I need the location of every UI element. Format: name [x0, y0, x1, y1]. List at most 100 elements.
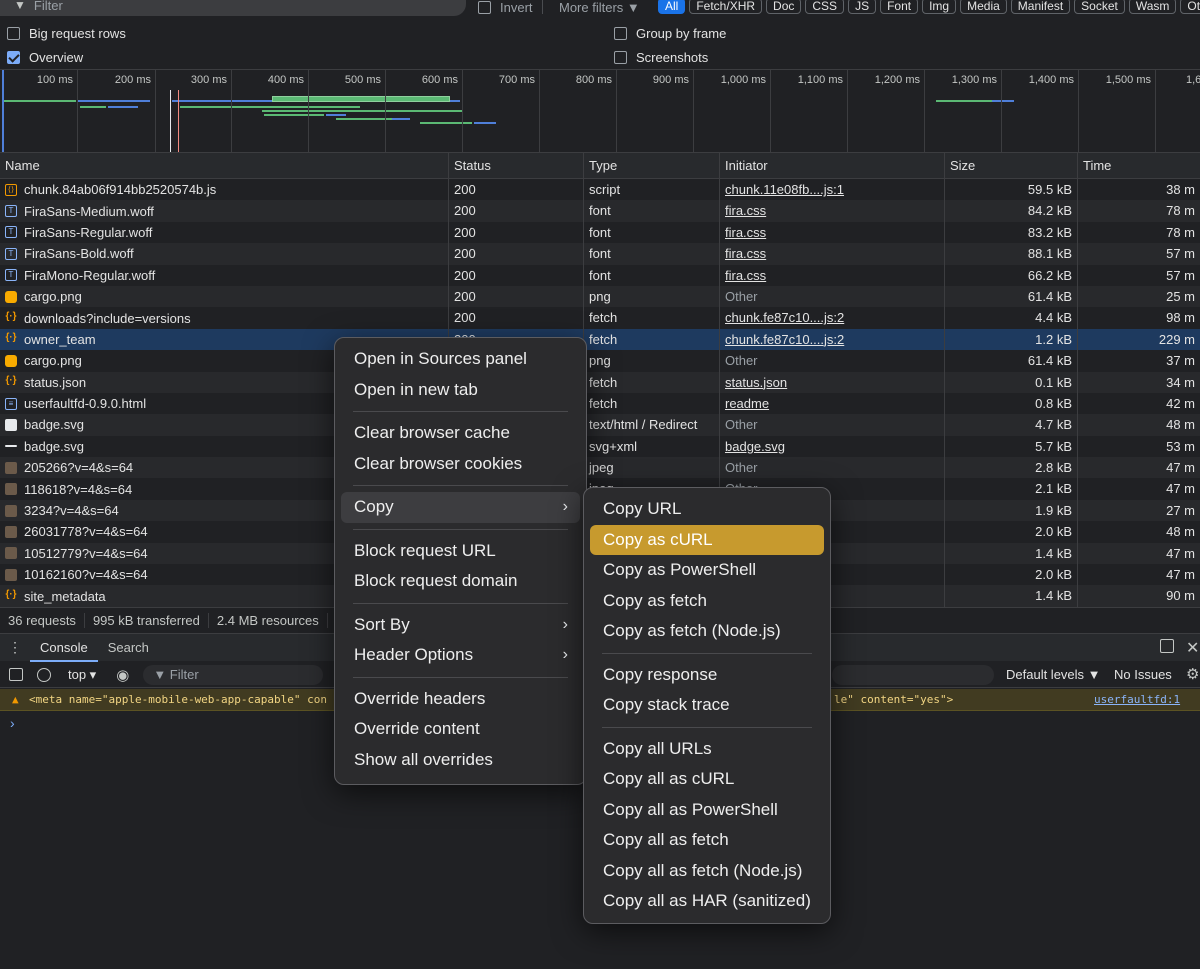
menu-item-copy-stack-trace[interactable]: Copy stack trace [590, 690, 824, 721]
filter-pill-fetchxhr[interactable]: Fetch/XHR [689, 0, 763, 14]
table-row[interactable]: ≡ userfaultfd-0.9.0.html fetch readme 0.8 kB… [0, 392, 1200, 415]
menu-item-sort-by[interactable]: Sort By › [341, 610, 580, 641]
initiator-link[interactable]: fira.css [725, 246, 766, 261]
menu-item-header-options[interactable]: Header Options › [341, 640, 580, 671]
group-by-frame-option[interactable]: Group by frame [614, 26, 726, 41]
request-name: cargo.png [24, 353, 82, 369]
initiator-link[interactable]: readme [725, 396, 769, 411]
invert-checkbox[interactable]: Invert [478, 0, 533, 15]
transferred-size: 995 kB transferred [85, 612, 209, 628]
table-row[interactable]: T FiraMono-Regular.woff 200 font fira.css 66.… [0, 264, 1200, 286]
filter-pill-doc[interactable]: Doc [766, 0, 802, 14]
filter-pill-font[interactable]: Font [880, 0, 919, 14]
table-row[interactable]: {·}owner_team200fetchchunk.fe87c10....js… [0, 328, 1200, 351]
menu-item-copy-response[interactable]: Copy response [590, 660, 824, 691]
table-row[interactable]: cargo.png 200 png Other 61.4 kB 25 m [0, 285, 1200, 308]
network-filter-input[interactable]: ▼ Filter [0, 0, 466, 16]
console-filter-input-tail[interactable] [832, 665, 994, 685]
context-selector[interactable]: top ▾ [68, 667, 96, 683]
initiator-link[interactable]: fira.css [725, 203, 766, 218]
menu-item-copy-as-curl[interactable]: Copy as cURL [590, 524, 824, 555]
big-request-rows-checkbox[interactable] [7, 27, 20, 40]
network-overview-timeline[interactable]: 100 ms 200 ms 300 ms 400 ms 500 ms 600 ms 700 … [0, 69, 1200, 153]
filter-pill-othe[interactable]: Othe [1180, 0, 1200, 14]
column-header-time[interactable]: Time [1078, 153, 1200, 179]
table-row[interactable]: T FiraSans-Bold.woff 200 font fira.css 88.1 k… [0, 243, 1200, 265]
issues-counter[interactable]: No Issues [1114, 667, 1172, 682]
menu-item-clear-cookies[interactable]: Clear browser cookies [341, 449, 580, 480]
table-row[interactable]: {·} status.json fetch status.json 0.1 kB 34 m [0, 371, 1200, 393]
menu-item-copy-as-fetch[interactable]: Copy as fetch [590, 586, 824, 617]
table-row[interactable]: T FiraSans-Medium.woff 200 font fira.css 84.2… [0, 200, 1200, 222]
menu-item-clear-cache[interactable]: Clear browser cache [341, 418, 580, 449]
table-row[interactable]: {·} downloads?include=versions 200 fetch chu… [0, 307, 1200, 329]
initiator-link[interactable]: fira.css [725, 225, 766, 240]
table-row[interactable]: ⟨⟩ chunk.84ab06f914bb2520574b.js 200 script… [0, 179, 1200, 201]
sidebar-toggle-icon[interactable] [9, 668, 23, 681]
log-levels-dropdown[interactable]: Default levels ▼ [1006, 667, 1101, 682]
menu-item-copy-all-as-curl[interactable]: Copy all as cURL [590, 764, 824, 795]
table-row[interactable]: cargo.png png Other 61.4 kB 37 m [0, 350, 1200, 372]
overview-option[interactable]: Overview [7, 50, 83, 65]
tab-search[interactable]: Search [98, 634, 159, 662]
console-settings-gear-icon[interactable]: ⚙ [1186, 665, 1199, 683]
more-tools-icon[interactable]: ⋮ [0, 639, 30, 656]
menu-item-copy-as-powershell[interactable]: Copy as PowerShell [590, 555, 824, 586]
timeline-tick-label: 600 ms [421, 74, 458, 86]
table-row[interactable]: T FiraSans-Regular.woff 200 font fira.css 83.… [0, 221, 1200, 244]
overview-checkbox[interactable] [7, 51, 20, 64]
invert-checkbox-box[interactable] [478, 1, 491, 14]
initiator-link[interactable]: chunk.fe87c10....js:2 [725, 310, 844, 325]
initiator-link[interactable]: chunk.fe87c10....js:2 [725, 332, 844, 347]
cell-time: 47 m [1166, 545, 1195, 561]
initiator-link[interactable]: chunk.11e08fb....js:1 [725, 182, 844, 197]
menu-item-copy-all-as-fetch-node[interactable]: Copy all as fetch (Node.js) [590, 856, 824, 887]
tab-console[interactable]: Console [30, 634, 98, 662]
live-expression-eye-icon[interactable]: ◉ [116, 666, 129, 684]
filter-pill-manifest[interactable]: Manifest [1010, 0, 1071, 14]
filter-pill-media[interactable]: Media [960, 0, 1007, 14]
dock-drawer-icon[interactable] [1160, 639, 1174, 653]
menu-item-show-overrides[interactable]: Show all overrides [341, 745, 580, 776]
menu-item-open-in-sources[interactable]: Open in Sources panel [341, 344, 580, 375]
column-header-status[interactable]: Status [449, 153, 584, 179]
initiator-link[interactable]: badge.svg [725, 439, 785, 454]
column-header-type[interactable]: Type [584, 153, 720, 179]
menu-item-override-headers[interactable]: Override headers [341, 684, 580, 715]
menu-item-copy-all-as-fetch[interactable]: Copy all as fetch [590, 825, 824, 856]
warning-source-link[interactable]: userfaultfd:1 [1094, 689, 1180, 711]
close-drawer-icon[interactable]: ✕ [1186, 638, 1199, 658]
console-prompt[interactable]: › [10, 715, 15, 731]
table-row[interactable]: 205266?v=4&s=64 jpeg Other 2.8 kB 47 m [0, 457, 1200, 479]
console-filter-input[interactable]: ▼ Filter [143, 664, 324, 685]
initiator-link[interactable]: status.json [725, 375, 787, 390]
menu-item-copy[interactable]: Copy › [341, 492, 580, 523]
table-row[interactable]: badge.svg svg+xml badge.svg 5.7 kB 53 m [0, 435, 1200, 458]
clear-console-icon[interactable] [37, 667, 51, 682]
menu-item-copy-all-as-powershell[interactable]: Copy all as PowerShell [590, 795, 824, 826]
menu-item-open-new-tab[interactable]: Open in new tab [341, 375, 580, 406]
menu-item-copy-all-urls[interactable]: Copy all URLs [590, 734, 824, 765]
more-filters-dropdown[interactable]: More filters ▼ [559, 0, 640, 15]
menu-item-block-url[interactable]: Block request URL [341, 536, 580, 567]
filter-pill-wasm[interactable]: Wasm [1128, 0, 1177, 14]
filter-pill-css[interactable]: CSS [805, 0, 845, 14]
menu-item-override-content[interactable]: Override content [341, 714, 580, 745]
screenshots-option[interactable]: Screenshots [614, 50, 708, 65]
filter-pill-socket[interactable]: Socket [1074, 0, 1125, 14]
initiator-link[interactable]: fira.css [725, 268, 766, 283]
group-by-frame-checkbox[interactable] [614, 27, 627, 40]
filter-pill-js[interactable]: JS [848, 0, 877, 14]
filter-pill-all[interactable]: All [658, 0, 686, 14]
column-header-name[interactable]: Name [0, 153, 449, 179]
menu-item-block-domain[interactable]: Block request domain [341, 566, 580, 597]
menu-item-copy-all-as-har[interactable]: Copy all as HAR (sanitized) [590, 886, 824, 917]
menu-item-copy-url[interactable]: Copy URL [590, 494, 824, 525]
column-header-initiator[interactable]: Initiator [720, 153, 945, 179]
column-header-size[interactable]: Size [945, 153, 1078, 179]
screenshots-checkbox[interactable] [614, 51, 627, 64]
table-row[interactable]: badge.svg text/html / Redirect Other 4.7 kB… [0, 414, 1200, 436]
filter-pill-img[interactable]: Img [922, 0, 957, 14]
big-request-rows-option[interactable]: Big request rows [7, 26, 126, 41]
menu-item-copy-as-fetch-node[interactable]: Copy as fetch (Node.js) [590, 616, 824, 647]
